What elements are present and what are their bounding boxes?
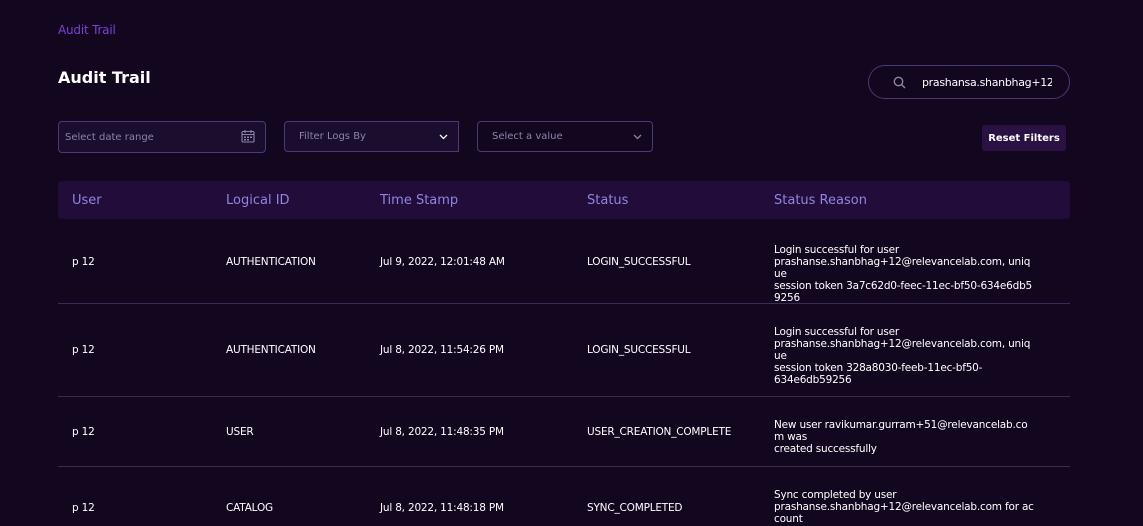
cell-timestamp: Jul 8, 2022, 11:48:35 PM	[380, 426, 504, 438]
cell-user: p 12	[72, 502, 95, 514]
filter-by-label: Filter Logs By	[299, 131, 366, 142]
cell-status-reason: New user ravikumar.gurram+51@relevancela…	[774, 419, 1028, 455]
column-header-logical-id[interactable]: Logical ID	[226, 193, 290, 208]
search-input[interactable]	[922, 75, 1052, 89]
filter-by-select[interactable]: Filter Logs By	[284, 121, 459, 152]
cell-user: p 12	[72, 256, 95, 268]
table-row[interactable]: p 12 USER Jul 8, 2022, 11:48:35 PM USER_…	[58, 397, 1070, 467]
filter-value-select[interactable]: Select a value	[477, 121, 653, 152]
filter-value-placeholder: Select a value	[492, 131, 563, 142]
column-header-status-reason[interactable]: Status Reason	[774, 193, 867, 208]
table-row[interactable]: p 12 AUTHENTICATION Jul 9, 2022, 12:01:4…	[58, 219, 1070, 304]
cell-status-reason: Sync completed by user prashanse.shanbha…	[774, 489, 1034, 526]
column-header-time-stamp[interactable]: Time Stamp	[380, 193, 458, 208]
table-header: User Logical ID Time Stamp Status Status…	[58, 181, 1070, 219]
date-range-placeholder: Select date range	[65, 131, 154, 143]
cell-status: LOGIN_SUCCESSFUL	[587, 344, 691, 356]
cell-timestamp: Jul 8, 2022, 11:54:26 PM	[380, 344, 504, 356]
search-box[interactable]	[868, 65, 1070, 99]
audit-table: User Logical ID Time Stamp Status Status…	[58, 181, 1070, 526]
cell-timestamp: Jul 8, 2022, 11:48:18 PM	[380, 502, 504, 514]
cell-status-reason: Login successful for user prashanse.shan…	[774, 326, 1031, 386]
table-row[interactable]: p 12 CATALOG Jul 8, 2022, 11:48:18 PM SY…	[58, 467, 1070, 526]
cell-status: LOGIN_SUCCESSFUL	[587, 256, 691, 268]
cell-logical-id: AUTHENTICATION	[226, 344, 316, 356]
column-header-status[interactable]: Status	[587, 193, 628, 208]
cell-logical-id: AUTHENTICATION	[226, 256, 316, 268]
calendar-icon[interactable]	[241, 129, 255, 146]
cell-logical-id: CATALOG	[226, 502, 273, 514]
column-header-user[interactable]: User	[72, 193, 102, 208]
chevron-down-icon	[632, 132, 642, 142]
cell-user: p 12	[72, 426, 95, 438]
search-icon	[893, 75, 907, 89]
chevron-down-icon	[438, 132, 448, 142]
cell-status: SYNC_COMPLETED	[587, 502, 683, 514]
breadcrumb[interactable]: Audit Trail	[58, 23, 116, 37]
cell-timestamp: Jul 9, 2022, 12:01:48 AM	[380, 256, 505, 268]
table-row[interactable]: p 12 AUTHENTICATION Jul 8, 2022, 11:54:2…	[58, 304, 1070, 397]
cell-status-reason: Login successful for user prashanse.shan…	[774, 244, 1033, 304]
cell-logical-id: USER	[226, 426, 254, 438]
cell-status: USER_CREATION_COMPLETE	[587, 426, 732, 438]
cell-user: p 12	[72, 344, 95, 356]
page-title: Audit Trail	[58, 68, 151, 87]
reset-filters-button[interactable]: Reset Filters	[982, 125, 1066, 151]
date-range-picker[interactable]: Select date range	[58, 121, 266, 153]
